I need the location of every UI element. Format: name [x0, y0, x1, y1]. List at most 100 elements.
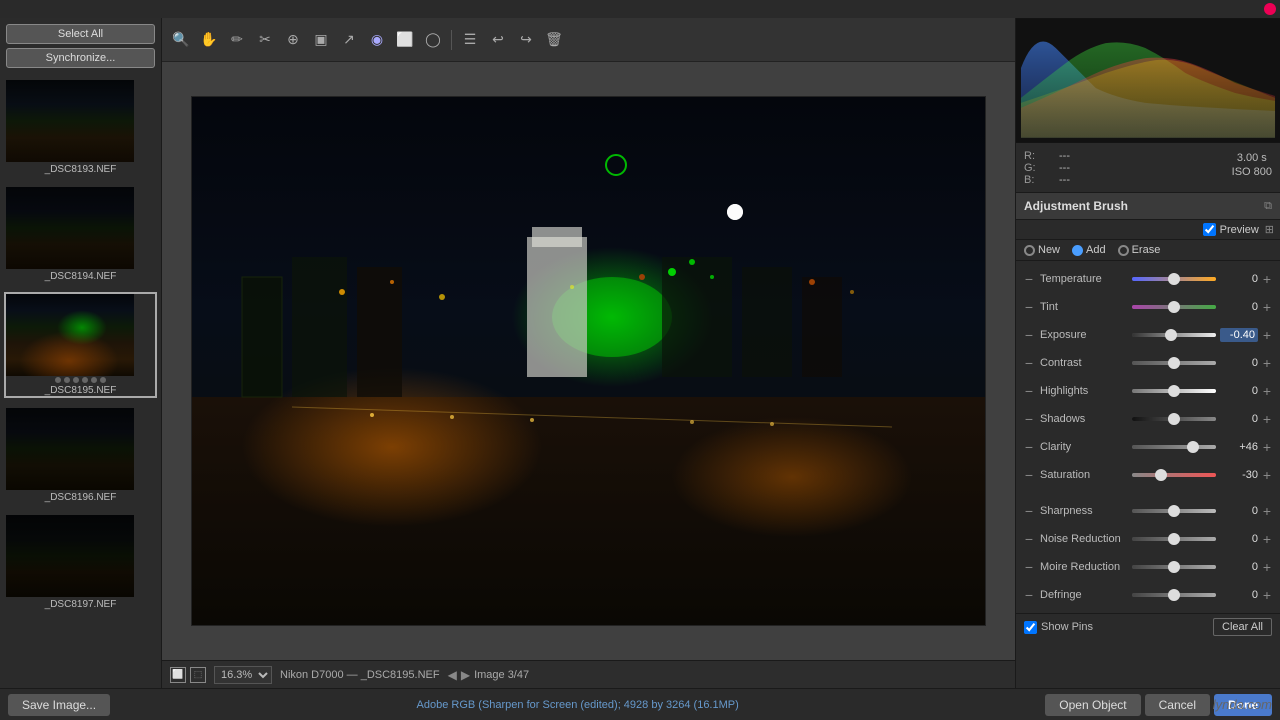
filmstrip-item-3[interactable]: _DSC8195.NEF [4, 292, 157, 398]
iso-info: ISO 800 [1232, 166, 1272, 178]
show-pins-check[interactable] [1024, 621, 1037, 634]
expand-icon[interactable]: ⊞ [1265, 223, 1274, 236]
filmstrip-item-2[interactable]: _DSC8194.NEF [4, 185, 157, 284]
crop-tool[interactable]: ⊕ [280, 27, 306, 53]
prev-image-button[interactable]: ◀ [448, 668, 457, 682]
shadows-label: Shadows [1038, 413, 1128, 425]
open-object-button[interactable]: Open Object [1045, 694, 1140, 716]
clear-all-button[interactable]: Clear All [1213, 618, 1272, 636]
synchronize-button[interactable]: Synchronize... [6, 48, 155, 68]
defringe-value[interactable]: 0 [1220, 589, 1258, 601]
tint-thumb[interactable] [1168, 301, 1180, 313]
highlights-plus[interactable]: + [1258, 382, 1276, 400]
contrast-thumb[interactable] [1168, 357, 1180, 369]
frame-icon-1[interactable]: ⬜ [170, 667, 186, 683]
graduated-filter-tool[interactable]: ⬜ [392, 27, 418, 53]
shadows-thumb[interactable] [1168, 413, 1180, 425]
noise-plus[interactable]: + [1258, 530, 1276, 548]
exposure-minus[interactable]: − [1020, 326, 1038, 344]
saturation-plus[interactable]: + [1258, 466, 1276, 484]
spot-tool[interactable]: ▣ [308, 27, 334, 53]
file-info-link[interactable]: Adobe RGB (Sharpen for Screen (edited); … [417, 699, 739, 711]
grid-tool[interactable]: ☰ [457, 27, 483, 53]
temperature-minus[interactable]: − [1020, 270, 1038, 288]
show-pins-row: Show Pins Clear All [1016, 613, 1280, 640]
defringe-plus[interactable]: + [1258, 586, 1276, 604]
shadows-value[interactable]: 0 [1220, 413, 1258, 425]
clarity-minus[interactable]: − [1020, 438, 1038, 456]
moire-value[interactable]: 0 [1220, 561, 1258, 573]
select-all-button[interactable]: Select All [6, 24, 155, 44]
exposure-label: Exposure [1038, 329, 1128, 341]
mode-new[interactable]: New [1024, 244, 1060, 256]
white-balance-tool[interactable]: ✏ [224, 27, 250, 53]
image-count: Image 3/47 [474, 669, 529, 681]
zoom-tool[interactable]: 🔍 [168, 27, 194, 53]
save-image-button[interactable]: Save Image... [8, 694, 110, 716]
noise-minus[interactable]: − [1020, 530, 1038, 548]
shadows-minus[interactable]: − [1020, 410, 1038, 428]
redeye-tool[interactable]: ↗ [336, 27, 362, 53]
delete-tool[interactable]: 🗑 [541, 27, 567, 53]
saturation-value[interactable]: -30 [1220, 469, 1258, 481]
color-sampler-tool[interactable]: ✂ [252, 27, 278, 53]
clarity-value[interactable]: +46 [1220, 441, 1258, 453]
tint-value[interactable]: 0 [1220, 301, 1258, 313]
contrast-row: − Contrast 0 + [1016, 349, 1280, 377]
tint-minus[interactable]: − [1020, 298, 1038, 316]
film-label-4: _DSC8196.NEF [6, 492, 155, 503]
clarity-plus[interactable]: + [1258, 438, 1276, 456]
collapse-icon[interactable]: ⧉ [1264, 200, 1272, 213]
filmstrip-item-5[interactable]: _DSC8197.NEF [4, 513, 157, 612]
defringe-thumb[interactable] [1168, 589, 1180, 601]
tint-plus[interactable]: + [1258, 298, 1276, 316]
hand-tool[interactable]: ✋ [196, 27, 222, 53]
adj-brush-tool[interactable]: ◉ [364, 27, 390, 53]
film-label-1: _DSC8193.NEF [6, 164, 155, 175]
saturation-thumb[interactable] [1155, 469, 1167, 481]
highlights-value[interactable]: 0 [1220, 385, 1258, 397]
exposure-value[interactable]: -0.40 [1220, 328, 1258, 342]
preview-check[interactable] [1203, 223, 1216, 236]
noise-value[interactable]: 0 [1220, 533, 1258, 545]
filmstrip-item-1[interactable]: _DSC8193.NEF [4, 78, 157, 177]
defringe-minus[interactable]: − [1020, 586, 1038, 604]
sharpness-value[interactable]: 0 [1220, 505, 1258, 517]
filmstrip-item-4[interactable]: _DSC8196.NEF [4, 406, 157, 505]
moire-minus[interactable]: − [1020, 558, 1038, 576]
exposure-thumb[interactable] [1165, 329, 1177, 341]
clarity-label: Clarity [1038, 441, 1128, 453]
moire-thumb[interactable] [1168, 561, 1180, 573]
sharpness-thumb[interactable] [1168, 505, 1180, 517]
show-pins-checkbox: Show Pins [1024, 621, 1093, 634]
noise-thumb[interactable] [1168, 533, 1180, 545]
preview-checkbox: Preview [1203, 223, 1259, 236]
moire-plus[interactable]: + [1258, 558, 1276, 576]
shadows-plus[interactable]: + [1258, 410, 1276, 428]
mode-add[interactable]: Add [1072, 244, 1106, 256]
contrast-value[interactable]: 0 [1220, 357, 1258, 369]
sharpness-plus[interactable]: + [1258, 502, 1276, 520]
frame-icon-2[interactable]: ⬚ [190, 667, 206, 683]
cancel-button[interactable]: Cancel [1145, 694, 1210, 716]
frame-icons: ⬜ ⬚ [170, 667, 206, 683]
temperature-value[interactable]: 0 [1220, 273, 1258, 285]
temperature-thumb[interactable] [1168, 273, 1180, 285]
undo-tool[interactable]: ↩ [485, 27, 511, 53]
clarity-thumb[interactable] [1187, 441, 1199, 453]
contrast-minus[interactable]: − [1020, 354, 1038, 372]
contrast-track [1132, 361, 1216, 365]
sharpness-minus[interactable]: − [1020, 502, 1038, 520]
zoom-select[interactable]: 16.3% [214, 666, 272, 684]
next-image-button[interactable]: ▶ [461, 668, 470, 682]
mode-erase[interactable]: Erase [1118, 244, 1161, 256]
contrast-plus[interactable]: + [1258, 354, 1276, 372]
radial-filter-tool[interactable]: ◯ [420, 27, 446, 53]
redo-tool[interactable]: ↪ [513, 27, 539, 53]
saturation-minus[interactable]: − [1020, 466, 1038, 484]
highlights-thumb[interactable] [1168, 385, 1180, 397]
close-button[interactable] [1264, 3, 1276, 15]
highlights-minus[interactable]: − [1020, 382, 1038, 400]
exposure-plus[interactable]: + [1258, 326, 1276, 344]
temperature-plus[interactable]: + [1258, 270, 1276, 288]
